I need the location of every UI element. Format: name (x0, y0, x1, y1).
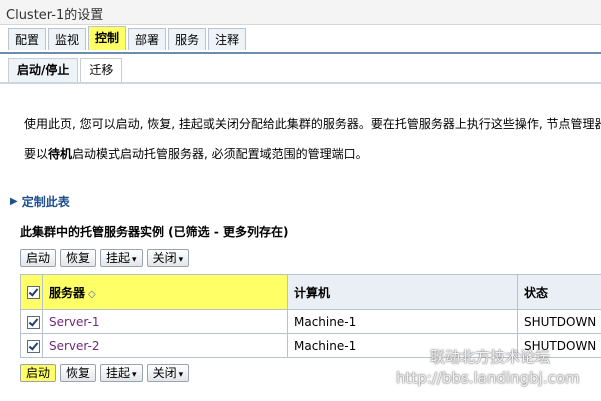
suspend-dropdown-top[interactable]: 挂起 ▾ (100, 249, 143, 267)
chevron-down-icon: ▾ (178, 370, 184, 380)
description-line-2: 要以待机启动模式启动托管服务器, 必须配置域范围的管理端口。 (24, 145, 368, 162)
column-header-state[interactable]: 状态 (517, 274, 601, 310)
watermark-title: 联动北方技术论坛 (430, 348, 551, 366)
tab-notes[interactable]: 注释 (208, 28, 247, 50)
column-header-server[interactable]: 服务器 ◇ (42, 274, 288, 310)
suspend-dropdown-bottom[interactable]: 挂起 ▾ (100, 364, 143, 382)
description-prefix: 要以 (24, 147, 49, 161)
description-suffix: 启动模式启动托管服务器, 必须配置域范围的管理端口。 (72, 147, 368, 161)
table-toolbar-top: 启动 恢复 挂起 ▾ 关闭 ▾ (20, 249, 190, 269)
shutdown-dropdown-top[interactable]: 关闭 ▾ (146, 249, 190, 267)
tab-services[interactable]: 服务 (168, 28, 207, 50)
suspend-label: 挂起 (106, 366, 131, 380)
subtab-start-stop[interactable]: 启动/停止 (8, 58, 79, 82)
shutdown-dropdown-bottom[interactable]: 关闭 ▾ (146, 364, 190, 382)
tab-control[interactable]: 控制 (88, 26, 127, 50)
row-select-cell[interactable] (20, 333, 43, 358)
table-header-row: 服务器 ◇ 计算机 状态 (20, 274, 601, 310)
subtab-migrate[interactable]: 迁移 (80, 58, 123, 82)
select-all-checkbox[interactable] (27, 286, 40, 299)
row-select-cell[interactable] (20, 309, 43, 334)
chevron-down-icon: ▾ (132, 255, 137, 265)
shutdown-label: 关闭 (152, 366, 177, 380)
server-link[interactable]: Server-2 (42, 333, 288, 358)
page: Cluster-1的设置 配置 监视 控制 部署 服务 注释 启动/停止 迁移 … (0, 0, 601, 401)
column-header-machine[interactable]: 计算机 (287, 274, 518, 310)
row-checkbox[interactable] (27, 315, 40, 329)
suspend-label: 挂起 (106, 251, 131, 265)
resume-button-bottom[interactable]: 恢复 (60, 364, 97, 382)
expand-triangle-icon: ▶ (10, 196, 18, 207)
subtab-divider (0, 82, 601, 84)
state-cell: SHUTDOWN (517, 309, 601, 334)
resume-button-top[interactable]: 恢复 (60, 249, 97, 267)
column-label-server: 服务器 (49, 285, 86, 300)
start-button-top[interactable]: 启动 (20, 249, 57, 267)
machine-cell: Machine-1 (287, 309, 518, 334)
tab-deploy[interactable]: 部署 (128, 28, 167, 50)
select-all-cell[interactable] (20, 274, 43, 310)
shutdown-label: 关闭 (152, 251, 177, 265)
tab-monitor[interactable]: 监视 (48, 28, 87, 50)
table-toolbar-bottom: 启动 恢复 挂起 ▾ 关闭 ▾ (20, 364, 190, 384)
sort-ascending-icon[interactable]: ◇ (88, 289, 96, 300)
row-checkbox[interactable] (27, 339, 40, 353)
title-bar: Cluster-1的设置 (0, 0, 601, 25)
chevron-down-icon: ▾ (132, 370, 137, 380)
table-title: 此集群中的托管服务器实例 (已筛选 - 更多列存在) (20, 225, 289, 239)
customize-label: 定制此表 (21, 195, 70, 209)
watermark-url: http://bbs.landingbj.com (396, 369, 580, 387)
main-tabs: 配置 监视 控制 部署 服务 注释 (8, 26, 247, 52)
tab-divider (0, 52, 601, 54)
description-line-1: 使用此页, 您可以启动, 恢复, 挂起或关闭分配给此集群的服务器。要在托管服务器… (24, 117, 601, 131)
server-link[interactable]: Server-1 (42, 309, 288, 334)
table-row: Server-1 Machine-1 SHUTDOWN (20, 309, 601, 334)
description-bold: 待机 (48, 147, 73, 161)
start-button-bottom[interactable]: 启动 (20, 364, 57, 382)
chevron-down-icon: ▾ (178, 255, 184, 265)
tab-config[interactable]: 配置 (8, 28, 47, 50)
page-title: Cluster-1的设置 (6, 8, 104, 23)
customize-table-link[interactable]: ▶ 定制此表 (10, 193, 70, 210)
sub-tabs: 启动/停止 迁移 (8, 58, 123, 82)
